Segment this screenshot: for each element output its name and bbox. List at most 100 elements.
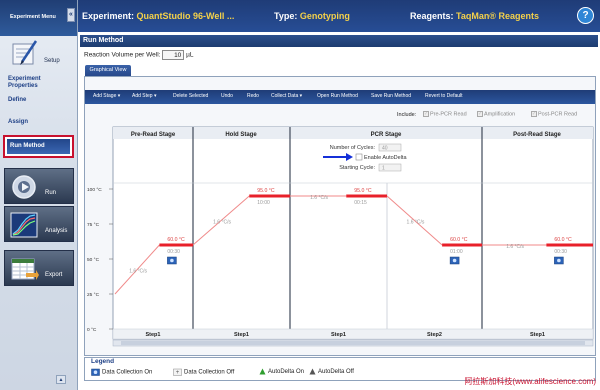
redo-button[interactable]: Redo xyxy=(247,93,259,99)
analysis-button[interactable]: Analysis xyxy=(4,206,74,242)
step-label: Step1 xyxy=(331,332,346,338)
undo-button[interactable]: Undo xyxy=(221,93,233,99)
include-label: Include: xyxy=(397,112,417,118)
camera-on-icon xyxy=(91,368,100,376)
step-time-label: 00:30 xyxy=(554,249,567,255)
chart-frame xyxy=(112,126,594,340)
delete-selected-button[interactable]: Delete Selected xyxy=(173,93,208,99)
panel-title: Run Method xyxy=(80,35,598,47)
amplification-label: Amplification xyxy=(484,111,516,118)
reaction-volume-row: Reaction Volume per Well: 10 µL xyxy=(84,50,193,60)
sidebar-link-assign[interactable]: Assign xyxy=(8,119,28,126)
y-tick-label: 75 °C xyxy=(87,222,100,228)
stage-name-hold: Hold Stage xyxy=(225,132,257,138)
ramp-rate-label: 1.6 °C/s xyxy=(129,269,147,275)
run-icon xyxy=(12,175,36,199)
collapse-sidebar-button[interactable]: « xyxy=(67,8,75,22)
auto-delta-label: Enable AutoDelta xyxy=(364,155,407,161)
legend-item-data-collection-on: Data Collection On xyxy=(91,368,152,376)
step-label: Step2 xyxy=(427,332,442,338)
reagents-info: Reagents: TaqMan® Reagents xyxy=(410,11,539,21)
step-label: Step1 xyxy=(530,332,545,338)
experiment-info: Experiment: QuantStudio 96-Well ... xyxy=(82,11,234,21)
include-row: Include: ✓ Pre-PCR Read ✓ Amplification ✓ P… xyxy=(85,111,595,121)
autodelta-off-icon xyxy=(309,368,316,375)
type-label: Type: xyxy=(274,11,298,21)
sidebar-link-experiment-properties[interactable]: Experiment Properties xyxy=(8,76,68,90)
step-label: Step1 xyxy=(234,332,249,338)
collect-data-menu[interactable]: Collect Data ▾ xyxy=(271,93,302,99)
sidebar-link-define[interactable]: Define xyxy=(8,97,26,104)
add-step-menu[interactable]: Add Step ▾ xyxy=(132,93,156,99)
experiment-menu-title: Experiment Menu xyxy=(10,14,56,20)
help-button[interactable]: ? xyxy=(577,7,594,24)
reaction-volume-label: Reaction Volume per Well: xyxy=(84,51,161,59)
setup-section[interactable]: Setup xyxy=(4,36,74,70)
pre-pcr-read-label: Pre-PCR Read xyxy=(430,111,467,118)
export-label: Export xyxy=(45,272,63,278)
reaction-volume-unit: µL xyxy=(186,51,194,59)
scrollbar-thumb[interactable] xyxy=(121,341,585,345)
save-run-method-button[interactable]: Save Run Method xyxy=(371,93,411,99)
legend-item-autodelta-off: AutoDelta Off xyxy=(309,368,354,375)
add-stage-menu[interactable]: Add Stage ▾ xyxy=(93,93,120,99)
camera-off-icon: + xyxy=(173,368,182,376)
experiment-menu-header: Experiment Menu « xyxy=(0,0,77,36)
run-method-content: Add Stage ▾ Add Step ▾ Delete Selected U… xyxy=(84,76,596,356)
svg-text:+: + xyxy=(176,370,180,376)
ramp-rate-label: 1.6 °C/s xyxy=(213,220,231,226)
legend-data-collection-off-label: Data Collection Off xyxy=(184,369,235,376)
reaction-volume-input[interactable]: 10 xyxy=(162,50,185,60)
analysis-icon xyxy=(10,212,38,238)
step-time-label: 01:00 xyxy=(450,249,463,255)
starting-cycle-label: Starting Cycle: xyxy=(339,165,375,171)
amplification-checkbox[interactable]: ✓ Amplification xyxy=(477,111,515,117)
run-label: Run xyxy=(45,190,57,196)
step-time-label: 10:00 xyxy=(257,200,270,206)
run-method-label: Run Method xyxy=(7,139,70,154)
post-pcr-read-check-icon: ✓ xyxy=(531,111,537,117)
experiment-menu-sidebar: Experiment Menu « Setup Experiment Prope… xyxy=(0,0,78,390)
step-time-label: 00:15 xyxy=(354,200,367,206)
cycles-value: 40 xyxy=(382,146,388,152)
reagents-label: Reagents: xyxy=(410,11,454,21)
step-temperature-label: 60.0 °C xyxy=(450,237,468,243)
auto-delta-checkbox[interactable] xyxy=(355,153,363,161)
legend-item-autodelta-on: AutoDelta On xyxy=(259,368,304,375)
reagents-value: TaqMan® Reagents xyxy=(456,11,540,21)
run-method-toolbar: Add Stage ▾ Add Step ▾ Delete Selected U… xyxy=(85,90,595,104)
type-value: Genotyping xyxy=(299,11,350,21)
scroll-up-button[interactable]: ▲ xyxy=(56,375,66,384)
revert-to-default-button[interactable]: Revert to Default xyxy=(425,93,463,99)
cycles-label: Number of Cycles: xyxy=(330,145,376,151)
analysis-label: Analysis xyxy=(45,228,68,234)
stage-name-post-read: Post-Read Stage xyxy=(513,132,561,138)
setup-label: Setup xyxy=(44,58,60,64)
run-button[interactable]: Run xyxy=(4,168,74,204)
step-temperature-label: 60.0 °C xyxy=(554,237,572,243)
y-tick-label: 0 °C xyxy=(87,327,97,333)
ramp-rate-label: 1.6 °C/s xyxy=(506,244,524,250)
legend-item-data-collection-off: + Data Collection Off xyxy=(173,368,234,376)
post-pcr-read-checkbox[interactable]: ✓ Post-PCR Read xyxy=(531,111,577,117)
y-tick-label: 100 °C xyxy=(87,187,102,193)
setup-icon xyxy=(12,40,38,65)
export-button[interactable]: Export xyxy=(4,250,74,286)
legend-autodelta-off-label: AutoDelta Off xyxy=(318,369,354,376)
y-tick-label: 50 °C xyxy=(87,257,100,263)
legend-data-collection-on-label: Data Collection On xyxy=(102,369,153,376)
sidebar-link-run-method[interactable]: Run Method xyxy=(3,135,74,158)
watermark-text: 阿拉斯加科技(www.alifescience.com) xyxy=(464,377,596,386)
tab-graphical-view[interactable]: Graphical View xyxy=(85,65,131,76)
stage-name-pcr: PCR Stage xyxy=(371,132,402,138)
pre-pcr-read-checkbox[interactable]: ✓ Pre-PCR Read xyxy=(423,111,467,117)
starting-cycle-value: 1 xyxy=(382,166,385,172)
y-tick-label: 25 °C xyxy=(87,292,100,298)
legend-title: Legend xyxy=(91,358,115,365)
pre-pcr-read-check-icon: ✓ xyxy=(423,111,429,117)
step-temperature-label: 60.0 °C xyxy=(167,237,185,243)
step-temperature-label: 95.0 °C xyxy=(354,188,372,194)
step-label-band xyxy=(112,328,594,340)
export-icon xyxy=(11,258,39,280)
open-run-method-button[interactable]: Open Run Method xyxy=(317,93,358,99)
